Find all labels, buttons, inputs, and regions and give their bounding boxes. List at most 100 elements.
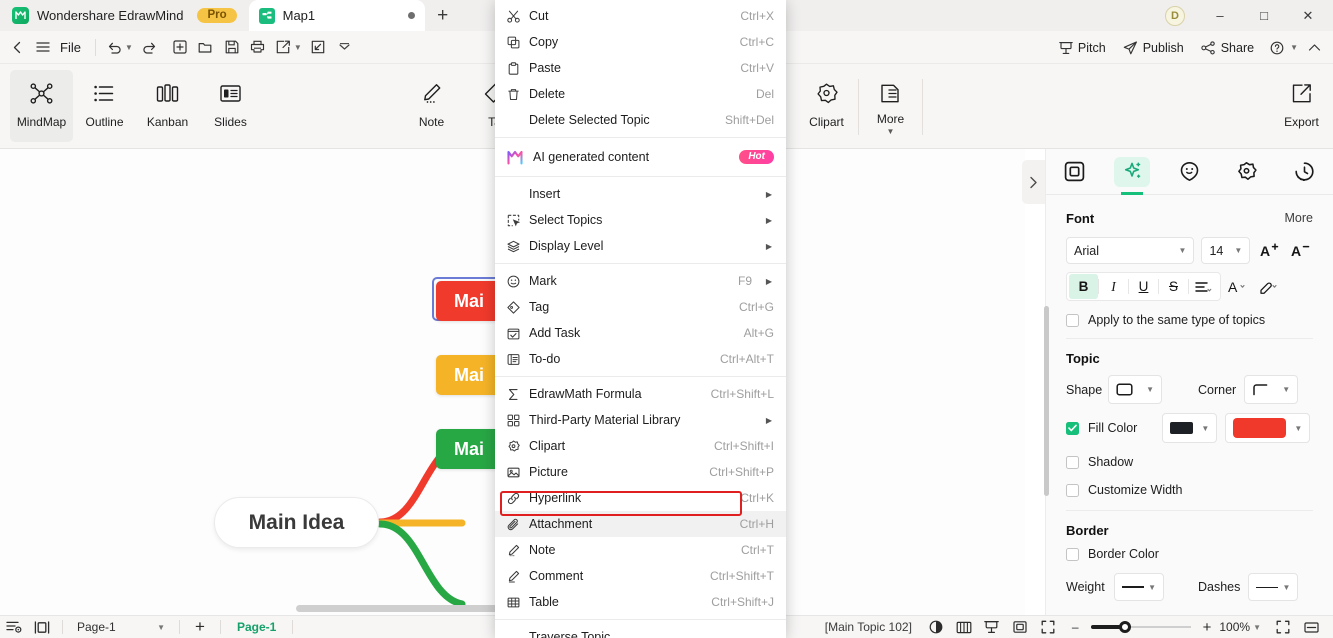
- more-tools-dropdown-icon[interactable]: ▼: [887, 127, 895, 136]
- zoom-out-button[interactable]: –: [1072, 620, 1085, 634]
- menu-item-ai-generated-content[interactable]: AI generated content Hot: [495, 142, 786, 172]
- zoom-in-button[interactable]: +: [1197, 619, 1212, 636]
- underline-button[interactable]: U: [1129, 274, 1158, 299]
- panel-collapse-button[interactable]: [1022, 160, 1045, 204]
- menu-item-select-topics[interactable]: Select Topics ▶: [495, 207, 786, 233]
- shape-select[interactable]: ▼: [1108, 375, 1162, 404]
- panel-tab-page[interactable]: [1046, 149, 1103, 195]
- bold-button[interactable]: B: [1069, 274, 1098, 299]
- menu-item-add-task[interactable]: Add Task Alt+G: [495, 320, 786, 346]
- font-size-select[interactable]: 14 ▼: [1201, 237, 1251, 264]
- theme-pie-icon[interactable]: [922, 616, 950, 638]
- save-button[interactable]: [219, 34, 245, 60]
- menu-item-table[interactable]: Table Ctrl+Shift+J: [495, 589, 786, 615]
- add-page-button[interactable]: +: [186, 616, 214, 638]
- menu-item-traverse-topic[interactable]: Traverse Topic: [495, 624, 786, 638]
- menu-item-insert[interactable]: Insert ▶: [495, 181, 786, 207]
- book-view-icon[interactable]: [950, 616, 978, 638]
- file-menu-button[interactable]: File: [56, 40, 89, 55]
- border-dashes-select[interactable]: ▼: [1248, 573, 1299, 601]
- customize-width-checkbox[interactable]: [1066, 483, 1079, 497]
- font-more-link[interactable]: More: [1285, 211, 1313, 225]
- menu-item-hyperlink[interactable]: Hyperlink Ctrl+K: [495, 485, 786, 511]
- present-button[interactable]: [306, 34, 332, 60]
- zoom-slider[interactable]: [1090, 621, 1191, 633]
- menu-item-delete-selected-topic[interactable]: Delete Selected Topic Shift+Del: [495, 107, 786, 133]
- fit-page-icon[interactable]: [1006, 616, 1034, 638]
- apply-same-type-row[interactable]: Apply to the same type of topics: [1066, 313, 1313, 327]
- new-tab-button[interactable]: +: [425, 0, 461, 31]
- menu-item-comment[interactable]: Comment Ctrl+Shift+T: [495, 563, 786, 589]
- central-topic-node[interactable]: Main Idea: [214, 497, 379, 548]
- help-dropdown-icon[interactable]: ▼: [1290, 43, 1298, 52]
- view-mindmap-button[interactable]: MindMap: [10, 70, 73, 142]
- undo-dropdown-icon[interactable]: ▼: [125, 43, 133, 52]
- presentation-view-icon[interactable]: [978, 616, 1006, 638]
- menu-item-copy[interactable]: Copy Ctrl+C: [495, 29, 786, 55]
- corner-select[interactable]: ▼: [1244, 375, 1299, 404]
- menu-item-tag[interactable]: Tag Ctrl+G: [495, 294, 786, 320]
- strikethrough-button[interactable]: S: [1159, 274, 1188, 299]
- menu-item-delete[interactable]: Delete Del: [495, 81, 786, 107]
- close-button[interactable]: ✕: [1287, 0, 1329, 31]
- customize-width-row[interactable]: Customize Width: [1066, 483, 1313, 497]
- view-slides-button[interactable]: Slides: [199, 70, 262, 142]
- menu-item-cut[interactable]: Cut Ctrl+X: [495, 3, 786, 29]
- more-tools-button[interactable]: More ▼: [859, 70, 922, 142]
- help-button[interactable]: [1264, 35, 1290, 61]
- split-view-icon[interactable]: [28, 616, 56, 638]
- pitch-button[interactable]: Pitch: [1052, 31, 1113, 64]
- document-tab-map1[interactable]: Map1: [248, 0, 425, 31]
- fill-gradient-select[interactable]: ▼: [1162, 413, 1218, 443]
- maximize-button[interactable]: □: [1243, 0, 1285, 31]
- zoom-level-value[interactable]: 100%: [1211, 620, 1253, 634]
- fullscreen-icon[interactable]: [1269, 616, 1297, 638]
- menu-item-third-party-material-library[interactable]: Third-Party Material Library ▶: [495, 407, 786, 433]
- new-document-button[interactable]: [167, 34, 193, 60]
- panel-tab-mark[interactable]: [1161, 149, 1218, 195]
- zoom-slider-handle[interactable]: [1118, 621, 1131, 633]
- publish-button[interactable]: Publish: [1116, 31, 1191, 64]
- menu-item-edrawmath-formula[interactable]: EdrawMath Formula Ctrl+Shift+L: [495, 381, 786, 407]
- fill-color-checkbox[interactable]: [1066, 421, 1079, 435]
- insert-clipart-button[interactable]: Clipart: [795, 70, 858, 142]
- share-button[interactable]: Share: [1194, 31, 1261, 64]
- print-button[interactable]: [245, 34, 271, 60]
- border-weight-select[interactable]: ▼: [1114, 573, 1164, 601]
- view-outline-button[interactable]: Outline: [73, 70, 136, 142]
- menu-item-mark[interactable]: Mark F9 ▶: [495, 268, 786, 294]
- border-color-checkbox[interactable]: [1066, 547, 1079, 561]
- border-color-row[interactable]: Border Color: [1066, 547, 1313, 561]
- panel-tab-clipart[interactable]: [1218, 149, 1275, 195]
- menu-item-clipart[interactable]: Clipart Ctrl+Shift+I: [495, 433, 786, 459]
- outline-view-icon[interactable]: [0, 616, 28, 638]
- decrease-font-size-button[interactable]: A: [1289, 238, 1313, 264]
- zoom-dropdown-icon[interactable]: ▼: [1253, 623, 1269, 632]
- shadow-checkbox[interactable]: [1066, 455, 1079, 469]
- export-dropdown-icon[interactable]: ▼: [294, 43, 302, 52]
- minimize-button[interactable]: –: [1199, 0, 1241, 31]
- menu-item-picture[interactable]: Picture Ctrl+Shift+P: [495, 459, 786, 485]
- menu-hamburger-icon[interactable]: [30, 34, 56, 60]
- panel-tab-style[interactable]: [1103, 149, 1160, 195]
- user-avatar[interactable]: D: [1165, 5, 1185, 26]
- italic-button[interactable]: I: [1099, 274, 1128, 299]
- menu-item-attachment[interactable]: Attachment Ctrl+H: [495, 511, 786, 537]
- fill-color-select[interactable]: ▼: [1225, 413, 1311, 443]
- shadow-row[interactable]: Shadow: [1066, 455, 1313, 469]
- menu-item-paste[interactable]: Paste Ctrl+V: [495, 55, 786, 81]
- increase-font-size-button[interactable]: A: [1257, 238, 1281, 264]
- view-kanban-button[interactable]: Kanban: [136, 70, 199, 142]
- fit-width-icon[interactable]: [1297, 616, 1325, 638]
- fit-screen-icon[interactable]: [1034, 616, 1062, 638]
- menu-item-note[interactable]: Note Ctrl+T: [495, 537, 786, 563]
- menu-item-todo[interactable]: To-do Ctrl+Alt+T: [495, 346, 786, 372]
- export-button[interactable]: Export: [1270, 70, 1333, 142]
- collapse-ribbon-button[interactable]: [1301, 35, 1327, 61]
- current-page-tab[interactable]: Page-1: [227, 620, 286, 634]
- page-select[interactable]: Page-1 ▼: [69, 620, 173, 634]
- redo-button[interactable]: [137, 34, 163, 60]
- font-family-select[interactable]: Arial ▼: [1066, 237, 1195, 264]
- text-highlight-button[interactable]: [1257, 274, 1283, 300]
- back-button[interactable]: [4, 34, 30, 60]
